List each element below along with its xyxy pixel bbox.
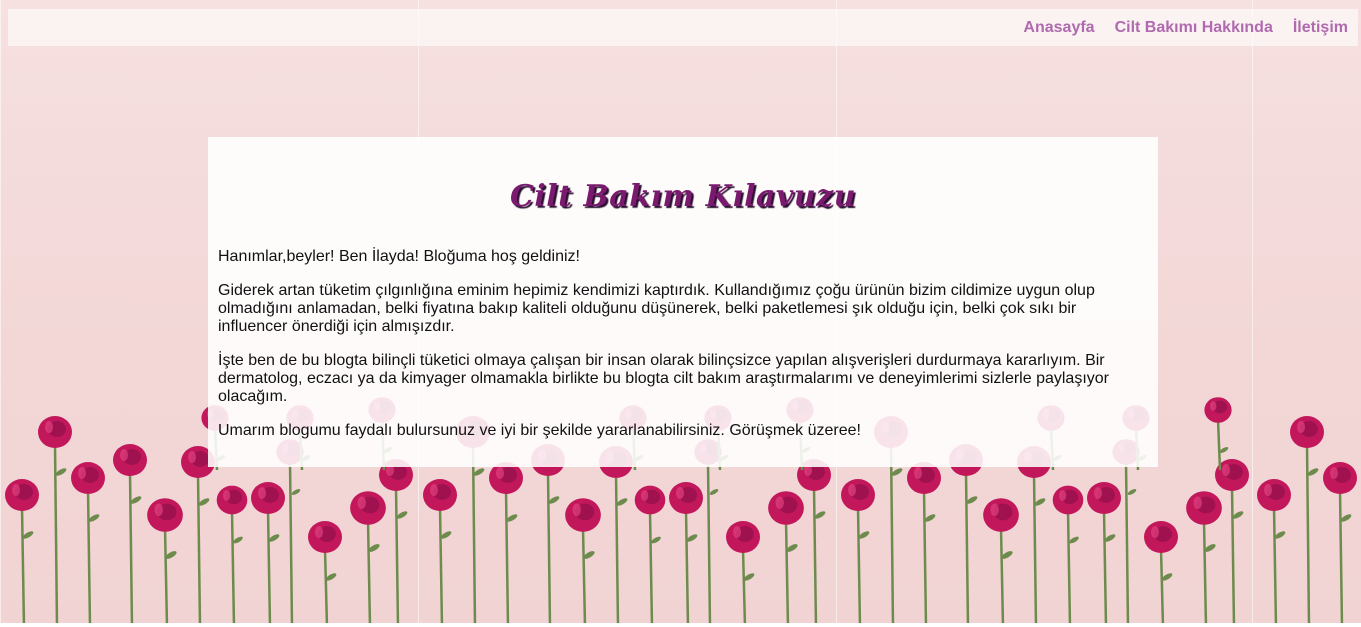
paragraph-mission: İşte ben de bu blogta bilinçli tüketici …	[218, 352, 1109, 405]
background-tile	[1252, 0, 1361, 627]
blog-intro: Hanımlar,beyler! Ben İlayda! Bloğuma hoş…	[218, 248, 1148, 440]
paragraph-closing: Umarım blogumu faydalı bulursunuz ve iyi…	[218, 422, 861, 439]
nav-link-home[interactable]: Anasayfa	[1023, 19, 1094, 37]
content-card: Cilt Bakım Kılavuzu Hanımlar,beyler! Ben…	[208, 137, 1158, 467]
paragraph-consumerism: Giderek artan tüketim çılgınlığına emini…	[218, 282, 1095, 335]
page-title: Cilt Bakım Kılavuzu	[509, 179, 857, 214]
navbar: Anasayfa Cilt Bakımı Hakkında İletişim	[8, 9, 1358, 46]
nav-links: Anasayfa Cilt Bakımı Hakkında İletişim	[1023, 9, 1348, 46]
bottom-strip	[0, 623, 1361, 627]
nav-link-about-skincare[interactable]: Cilt Bakımı Hakkında	[1115, 19, 1273, 37]
nav-link-contact[interactable]: İletişim	[1293, 19, 1348, 37]
roses-illustration	[1257, 416, 1357, 627]
paragraph-greeting: Hanımlar,beyler! Ben İlayda! Bloğuma hoş…	[218, 248, 580, 265]
